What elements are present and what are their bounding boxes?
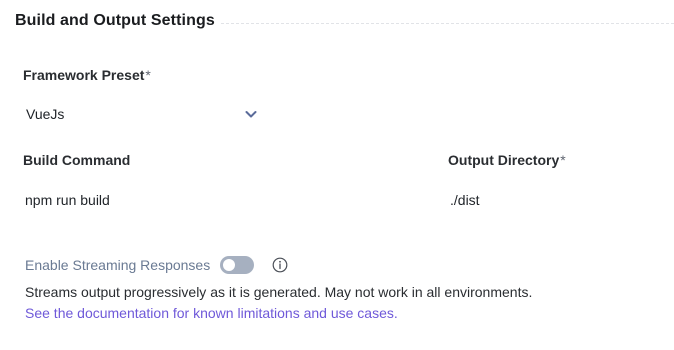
framework-preset-value: VueJs (26, 106, 65, 122)
info-icon[interactable] (272, 257, 288, 273)
section-title: Build and Output Settings (15, 12, 215, 29)
toggle-knob (223, 259, 236, 271)
streaming-description: Streams output progressively as it is ge… (25, 284, 533, 300)
framework-preset-select[interactable]: VueJs (26, 101, 260, 127)
build-output-settings-panel: Build and Output Settings Framework Pres… (0, 0, 674, 350)
build-command-input[interactable] (25, 189, 405, 211)
streaming-toggle-label: Enable Streaming Responses (25, 257, 211, 273)
chevron-down-icon (245, 111, 257, 118)
streaming-toggle-row: Enable Streaming Responses (25, 254, 288, 276)
build-command-label-text: Build Command (23, 152, 131, 168)
required-mark: * (145, 67, 151, 83)
section-divider (221, 23, 674, 24)
build-command-label: Build Command (23, 152, 130, 168)
framework-preset-label: Framework Preset* (23, 67, 151, 83)
streaming-toggle[interactable] (220, 256, 255, 274)
output-directory-label: Output Directory* (448, 152, 566, 168)
framework-preset-label-text: Framework Preset (23, 67, 145, 83)
required-mark: * (560, 152, 566, 168)
output-directory-input[interactable] (450, 189, 660, 211)
output-directory-label-text: Output Directory (448, 152, 560, 168)
documentation-link[interactable]: See the documentation for known limitati… (25, 305, 398, 321)
